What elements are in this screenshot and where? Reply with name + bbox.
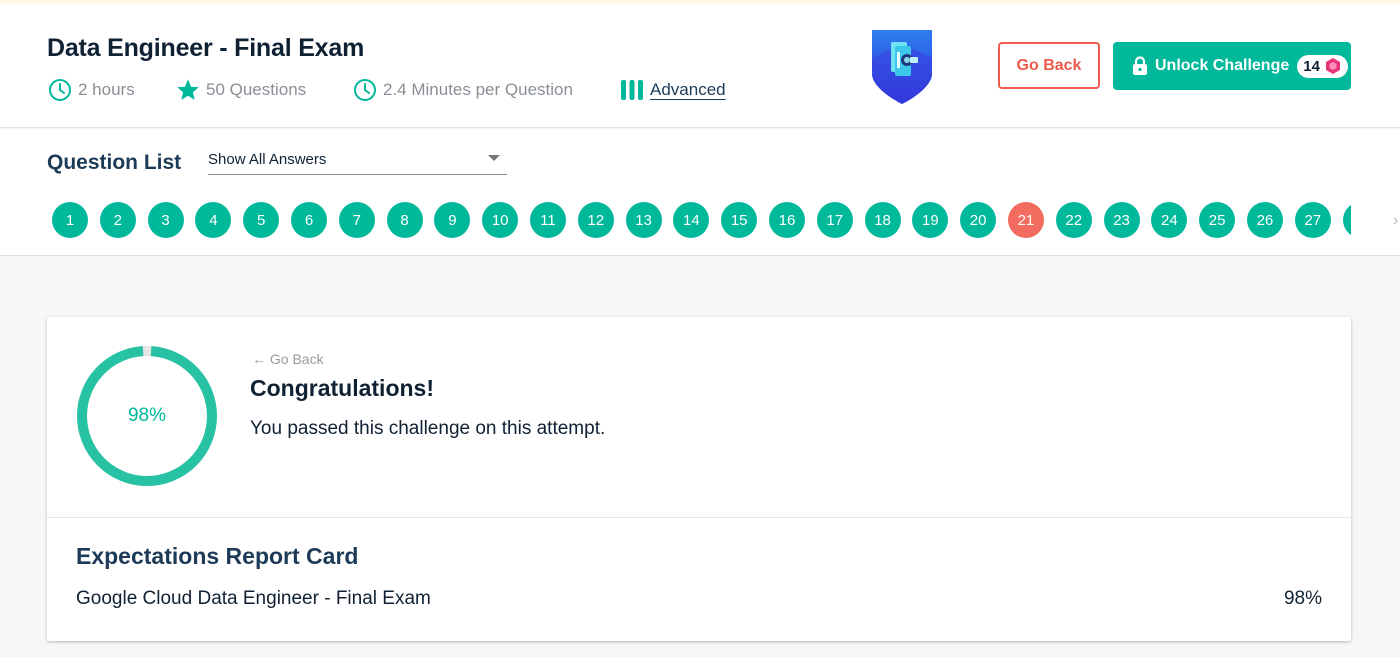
clock-icon [354, 79, 376, 101]
result-card: 98% ← Go Back Congratulations! You passe… [47, 317, 1351, 641]
question-number-7[interactable]: 7 [338, 202, 375, 238]
question-number-11[interactable]: 11 [529, 202, 566, 238]
report-row-name: Google Cloud Data Engineer - Final Exam [76, 588, 431, 609]
question-number-26[interactable]: 26 [1246, 202, 1283, 238]
meta-questions: 50 Questions [176, 78, 306, 102]
unlock-challenge-label: Unlock Challenge [1155, 57, 1290, 74]
cost-value: 14 [1303, 57, 1320, 75]
question-number-4[interactable]: 4 [195, 202, 232, 238]
question-number-28[interactable]: 28 [1342, 202, 1351, 238]
question-number-15[interactable]: 15 [721, 202, 758, 238]
question-number-20[interactable]: 20 [960, 202, 997, 238]
result-message: You passed this challenge on this attemp… [250, 418, 606, 439]
meta-minutes-per-question: 2.4 Minutes per Question [353, 78, 573, 102]
level-link[interactable]: Advanced [650, 80, 726, 100]
report-card-title: Expectations Report Card [76, 543, 359, 569]
question-number-6[interactable]: 6 [290, 202, 327, 238]
question-number-13[interactable]: 13 [625, 202, 662, 238]
question-number-list: 1 2 3 4 5 6 7 8 9 10 11 12 13 14 15 16 17 18 19 20 21 22 23 24 2… [52, 202, 1351, 240]
question-number-5[interactable]: 5 [243, 202, 280, 238]
report-row-score: 98% [1283, 588, 1322, 609]
question-number-8[interactable]: 8 [386, 202, 423, 238]
go-back-button[interactable]: Go Back [998, 42, 1100, 89]
lock-icon [1133, 56, 1147, 75]
unlock-challenge-button[interactable]: Unlock Challenge 14 [1113, 42, 1351, 90]
question-number-21[interactable]: 21 [1007, 202, 1044, 238]
answers-filter-value: Show All Answers [208, 151, 327, 168]
question-number-9[interactable]: 9 [434, 202, 471, 238]
question-number-25[interactable]: 25 [1199, 202, 1236, 238]
level-bars-icon [621, 80, 643, 100]
question-number-19[interactable]: 19 [912, 202, 949, 238]
challenge-badge-icon [872, 30, 932, 104]
question-number-16[interactable]: 16 [768, 202, 805, 238]
question-number-14[interactable]: 14 [673, 202, 710, 238]
score-percent: 98% [127, 405, 167, 426]
question-number-1[interactable]: 1 [52, 202, 88, 238]
question-number-22[interactable]: 22 [1055, 202, 1092, 238]
arrow-left-icon: ← [252, 351, 270, 367]
meta-duration: 2 hours [48, 78, 135, 102]
chevron-right-icon[interactable]: › [1393, 212, 1398, 230]
clock-icon [49, 79, 71, 101]
card-divider [47, 517, 1351, 518]
question-number-27[interactable]: 27 [1294, 202, 1331, 238]
result-heading: Congratulations! [250, 375, 434, 401]
question-number-17[interactable]: 17 [816, 202, 853, 238]
question-list-bar: Question List Show All Answers 123456789… [0, 129, 1400, 256]
caret-down-icon [488, 155, 500, 161]
go-back-link-label: Go Back [269, 351, 324, 367]
meta-level: Advanced [620, 78, 726, 102]
question-list-title: Question List [47, 151, 182, 174]
meta-questions-text: 50 Questions [206, 80, 307, 99]
meta-duration-text: 2 hours [78, 80, 135, 99]
question-number-24[interactable]: 24 [1151, 202, 1188, 238]
question-number-18[interactable]: 18 [864, 202, 901, 238]
question-number-2[interactable]: 2 [99, 202, 136, 238]
question-number-3[interactable]: 3 [147, 202, 184, 238]
challenge-header: Data Engineer - Final Exam 2 hours 50 Qu… [0, 4, 1400, 128]
answers-filter-select[interactable]: Show All Answers [208, 149, 507, 175]
go-back-link[interactable]: ← Go Back [252, 351, 324, 367]
star-icon [177, 79, 199, 100]
question-number-10[interactable]: 10 [482, 202, 519, 238]
gem-icon [1325, 58, 1340, 74]
question-number-12[interactable]: 12 [577, 202, 614, 238]
cost-pill: 14 [1297, 54, 1348, 78]
challenge-title: Data Engineer - Final Exam [47, 34, 365, 62]
meta-minutes-text: 2.4 Minutes per Question [383, 80, 573, 99]
question-number-23[interactable]: 23 [1103, 202, 1140, 238]
